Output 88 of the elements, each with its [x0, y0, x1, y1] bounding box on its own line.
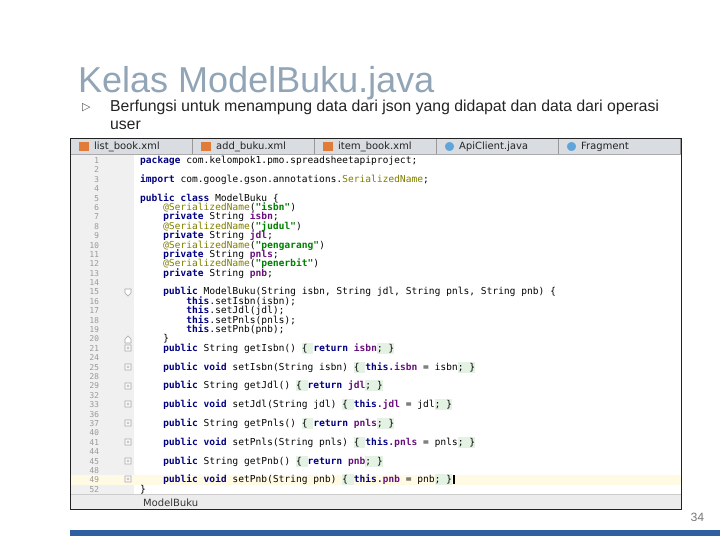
code-line: public class ModelBuku {: [140, 194, 279, 203]
fold-icon[interactable]: [124, 400, 132, 410]
line-number: 24: [89, 353, 99, 363]
fold-icon[interactable]: [124, 288, 132, 297]
code-line: private String jdl;: [162, 231, 273, 241]
code-line: public void setJdl(String jdl) { this.jdl = jdl; }: [162, 400, 452, 410]
line-number: 14: [89, 278, 99, 288]
line-number: 29: [89, 381, 99, 391]
xml-file-icon: [79, 142, 89, 151]
line-number: 15: [89, 287, 99, 297]
line-number: 21: [89, 344, 99, 354]
code-line: public String getPnb() { return pnb; }: [162, 456, 383, 466]
line-number: 48: [89, 466, 99, 476]
fold-icon[interactable]: [124, 382, 132, 391]
slide-number: 34: [690, 510, 704, 524]
line-number: 28: [89, 372, 99, 382]
line-number: 19: [89, 325, 99, 334]
code-line: this.setPnb(pnb);: [185, 325, 284, 334]
code-line: private String pnb;: [162, 268, 273, 278]
fold-icon[interactable]: [124, 475, 132, 484]
code-line: public ModelBuku(String isbn, String jdl, String pnls, String pnb) {: [162, 287, 556, 297]
line-number: 12: [89, 259, 99, 269]
fold-icon[interactable]: [124, 334, 132, 344]
code-line: @SerializedName("isbn"): [163, 202, 296, 212]
fold-icon[interactable]: [124, 456, 132, 466]
line-number: 16: [89, 296, 99, 306]
file-tab[interactable]: add_buku.xml: [193, 139, 315, 154]
code-line: }: [140, 484, 146, 494]
line-number: 6: [94, 202, 99, 212]
line-number: 52: [89, 484, 99, 494]
line-number: 13: [89, 268, 99, 278]
line-number: 4: [94, 184, 99, 194]
class-file-icon: [567, 142, 576, 151]
line-number: 20: [89, 334, 99, 344]
code-line: public void setPnb(String pnb) { this.pnb = pnb; }: [162, 475, 452, 485]
line-number: 25: [89, 362, 99, 372]
line-number: 49: [89, 475, 99, 485]
text-cursor: [452, 475, 455, 484]
xml-file-icon: [201, 142, 211, 151]
code-line: public void setIsbn(String isbn) { this.isbn = isbn; }: [162, 362, 476, 372]
code-line: @SerializedName("pengarang"): [162, 240, 325, 250]
slide-title: Kelas ModelBuku.java: [78, 62, 436, 98]
code-line: import com.google.gson.annotations.SerializedName;: [140, 174, 429, 184]
code-line: public String getPnls() { return pnls; }: [162, 418, 394, 428]
line-number: 2: [94, 165, 99, 175]
code-line: }: [162, 334, 169, 344]
class-file-icon: [445, 142, 454, 151]
line-number: 5: [94, 194, 99, 203]
line-number: 17: [89, 306, 99, 316]
code-line: this.setIsbn(isbn);: [186, 296, 296, 306]
code-line: this.setJdl(jdl);: [185, 306, 284, 316]
line-number: 10: [89, 240, 99, 250]
code-line: this.setPnls(pnls);: [185, 316, 296, 326]
file-tab[interactable]: Fragment: [559, 139, 681, 154]
fold-icon[interactable]: [124, 438, 132, 447]
fold-icon[interactable]: [124, 362, 132, 372]
code-line: @SerializedName("penerbit"): [162, 259, 320, 269]
line-number: 41: [89, 438, 99, 448]
line-number: 8: [94, 222, 99, 232]
code-line: public String getJdl() { return jdl; }: [162, 381, 383, 391]
breadcrumb[interactable]: ModelBuku: [143, 498, 198, 509]
code-line: @SerializedName("judul"): [162, 222, 302, 232]
code-line: public String getIsbn() { return isbn; }: [162, 344, 394, 354]
file-tab[interactable]: ApiClient.java: [437, 139, 559, 154]
bullet-marker: ▷: [82, 100, 90, 115]
fold-icon[interactable]: [124, 344, 132, 354]
line-number: 45: [89, 456, 99, 466]
file-tab[interactable]: list_book.xml: [71, 139, 193, 154]
line-number: 32: [89, 390, 99, 400]
line-number: 1: [94, 156, 99, 166]
line-number: 44: [89, 447, 99, 457]
line-number: 18: [89, 316, 99, 326]
bullet-text: Berfungsi untuk menampung data dari json yang didapat dan data dari operasi user: [110, 98, 660, 134]
line-number: 40: [89, 428, 99, 438]
line-number: 36: [89, 410, 99, 419]
line-number: 7: [94, 212, 99, 222]
fold-icon[interactable]: [124, 419, 132, 428]
line-number: 9: [94, 231, 99, 241]
code-line: package com.kelompok1.pmo.spreadsheetapiproject;: [140, 156, 418, 166]
code-line: private String pnls;: [162, 250, 279, 260]
line-number: 37: [89, 418, 99, 428]
code-line: private String isbn;: [162, 212, 279, 222]
line-number: 11: [89, 250, 99, 260]
xml-file-icon: [323, 142, 333, 151]
file-tab[interactable]: item_book.xml: [315, 139, 437, 154]
line-number: 33: [89, 400, 99, 410]
code-line: public void setPnls(String pnls) { this.pnls = pnls; }: [162, 438, 476, 448]
line-number: 3: [94, 174, 99, 184]
